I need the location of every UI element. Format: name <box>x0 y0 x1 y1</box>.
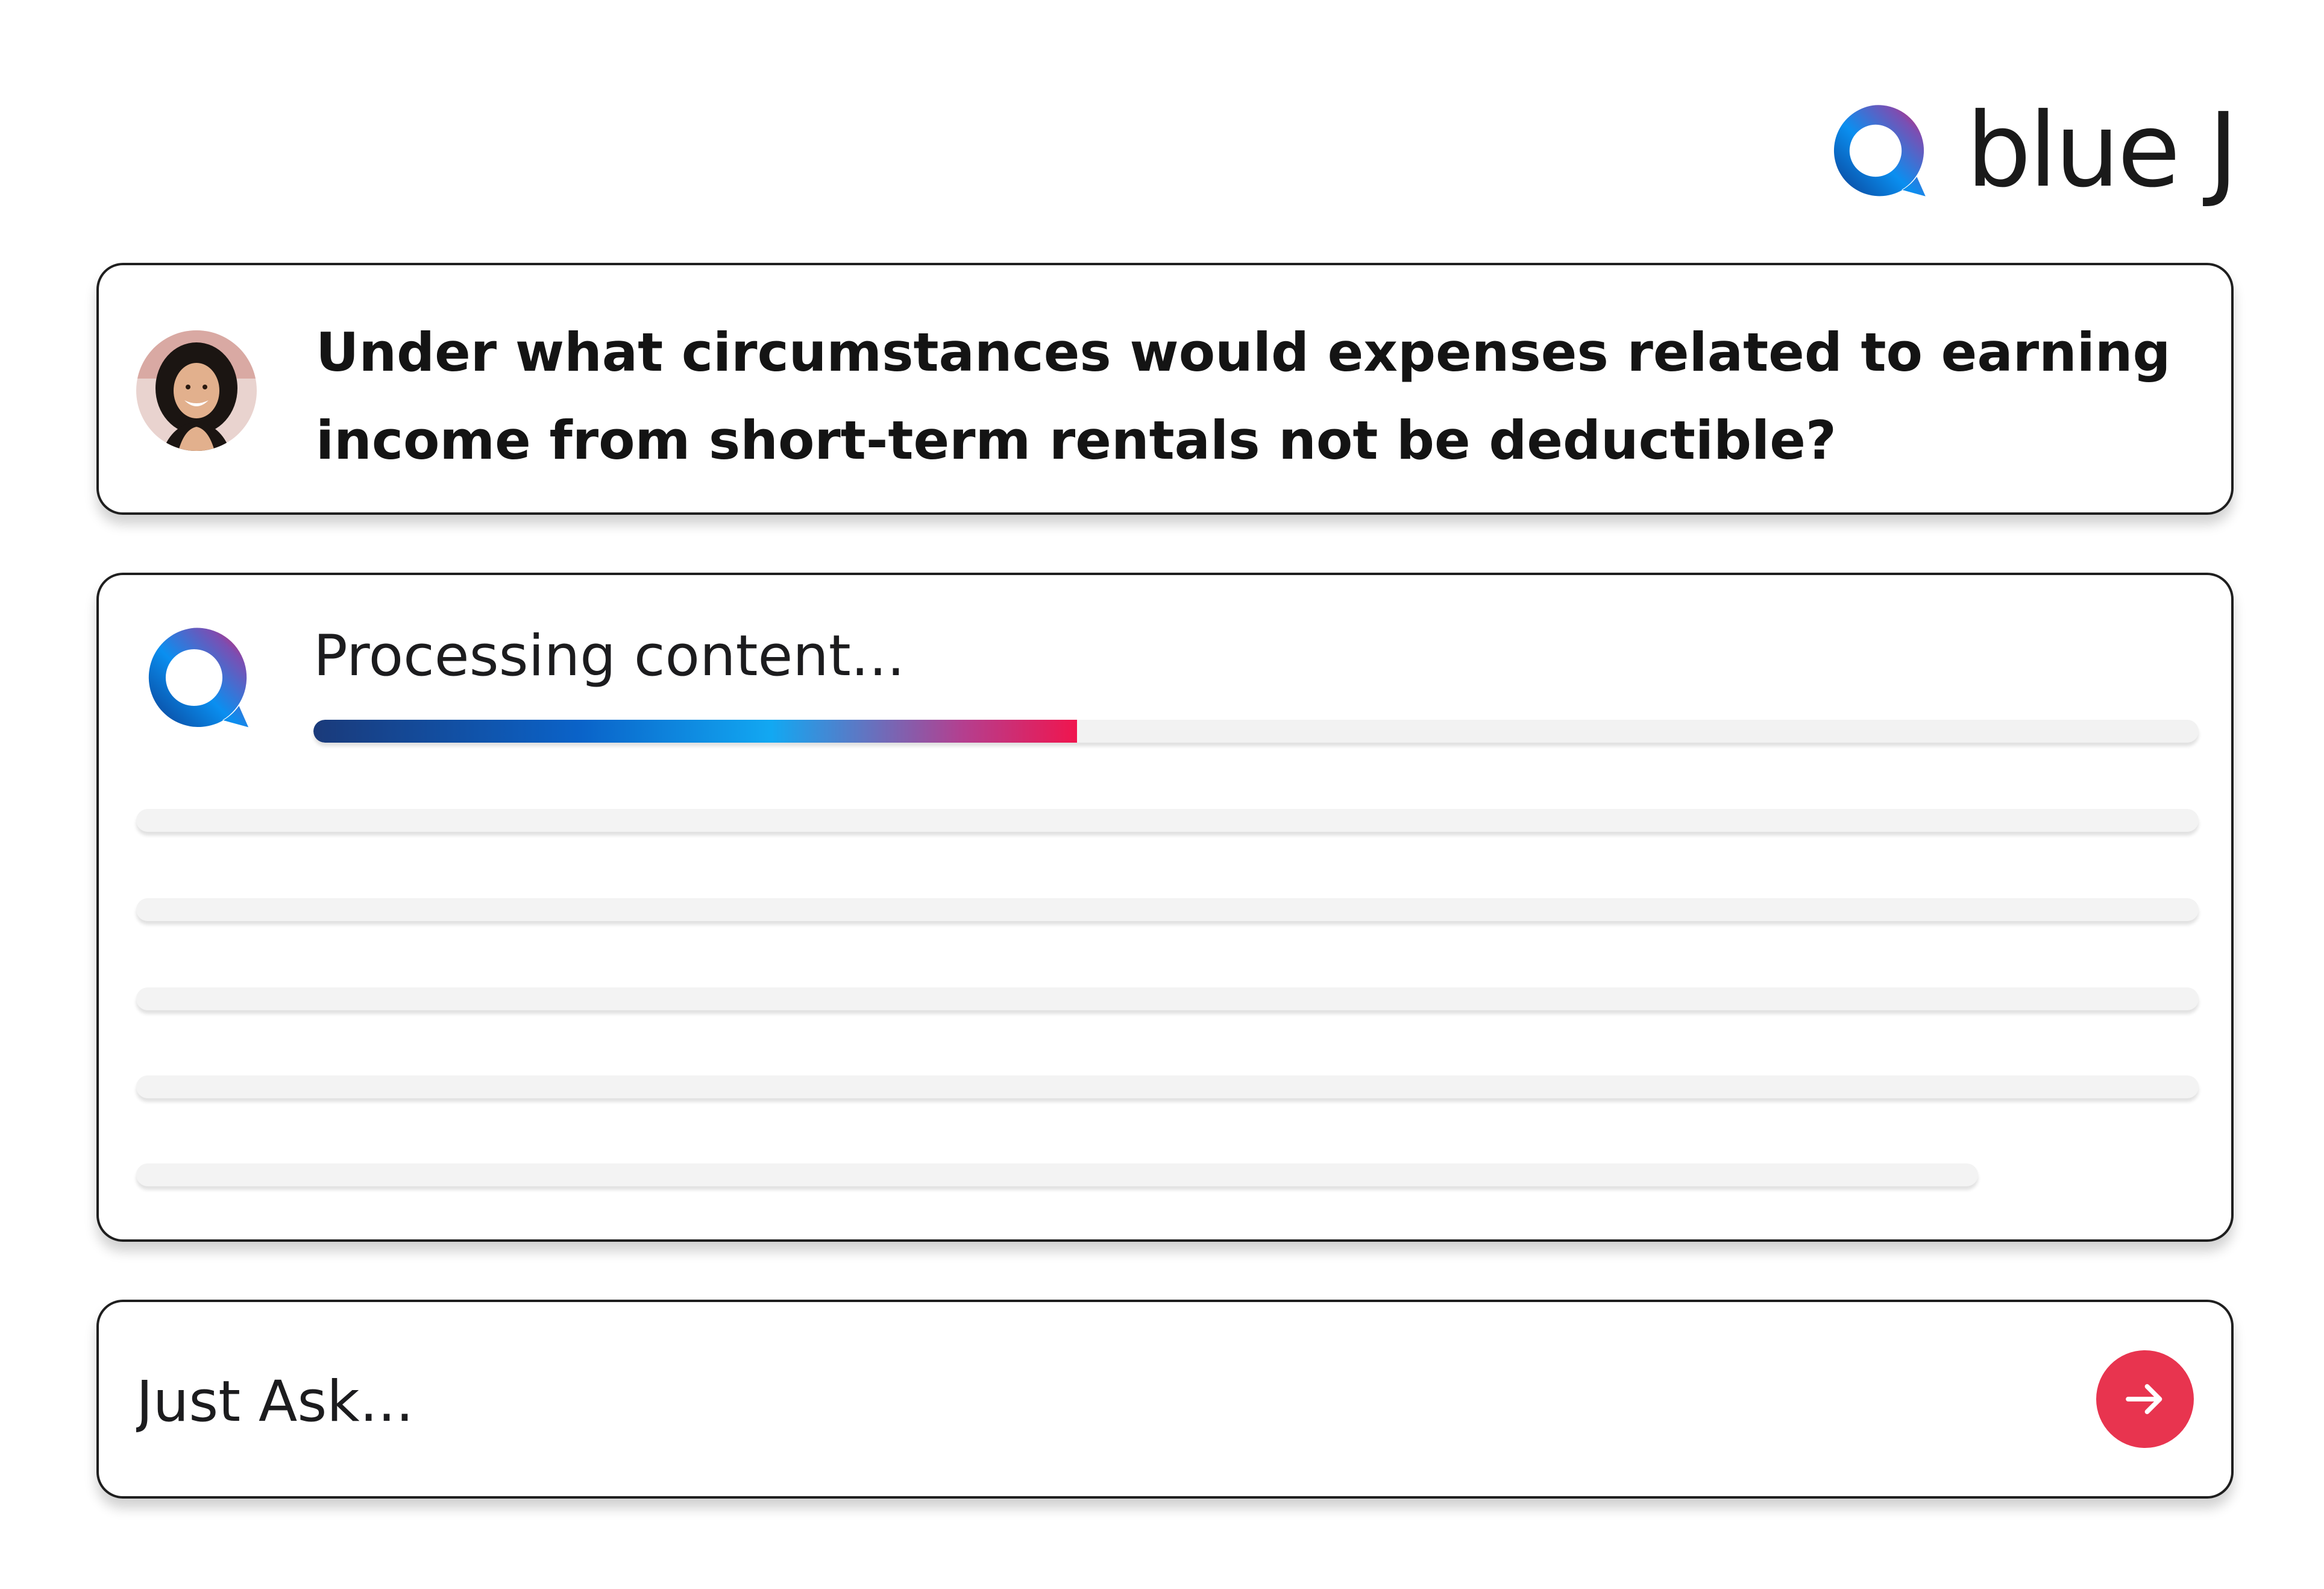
assistant-response-card: Processing content... <box>96 573 2234 1242</box>
ask-input-card <box>96 1300 2234 1499</box>
arrow-right-icon <box>2126 1384 2162 1414</box>
brand-wordmark: blue J <box>1966 91 2238 210</box>
skeleton-line <box>136 987 2199 1010</box>
send-button[interactable] <box>2096 1350 2194 1448</box>
progress-bar <box>313 720 2199 743</box>
user-question-card: Under what circumstances would expenses … <box>96 263 2234 515</box>
processing-status-label: Processing content... <box>313 623 905 689</box>
progress-bar-fill <box>313 720 1077 743</box>
ask-input[interactable] <box>136 1350 2005 1453</box>
skeleton-line <box>136 809 2199 832</box>
bluej-assistant-icon <box>135 618 253 737</box>
skeleton-line <box>136 898 2199 921</box>
skeleton-line <box>136 1075 2199 1098</box>
skeleton-line <box>136 1163 1978 1186</box>
user-avatar <box>136 330 257 451</box>
brand-logo: blue J <box>1821 91 2238 210</box>
question-text: Under what circumstances would expenses … <box>316 321 2171 471</box>
bluej-logo-icon <box>1821 96 1930 205</box>
